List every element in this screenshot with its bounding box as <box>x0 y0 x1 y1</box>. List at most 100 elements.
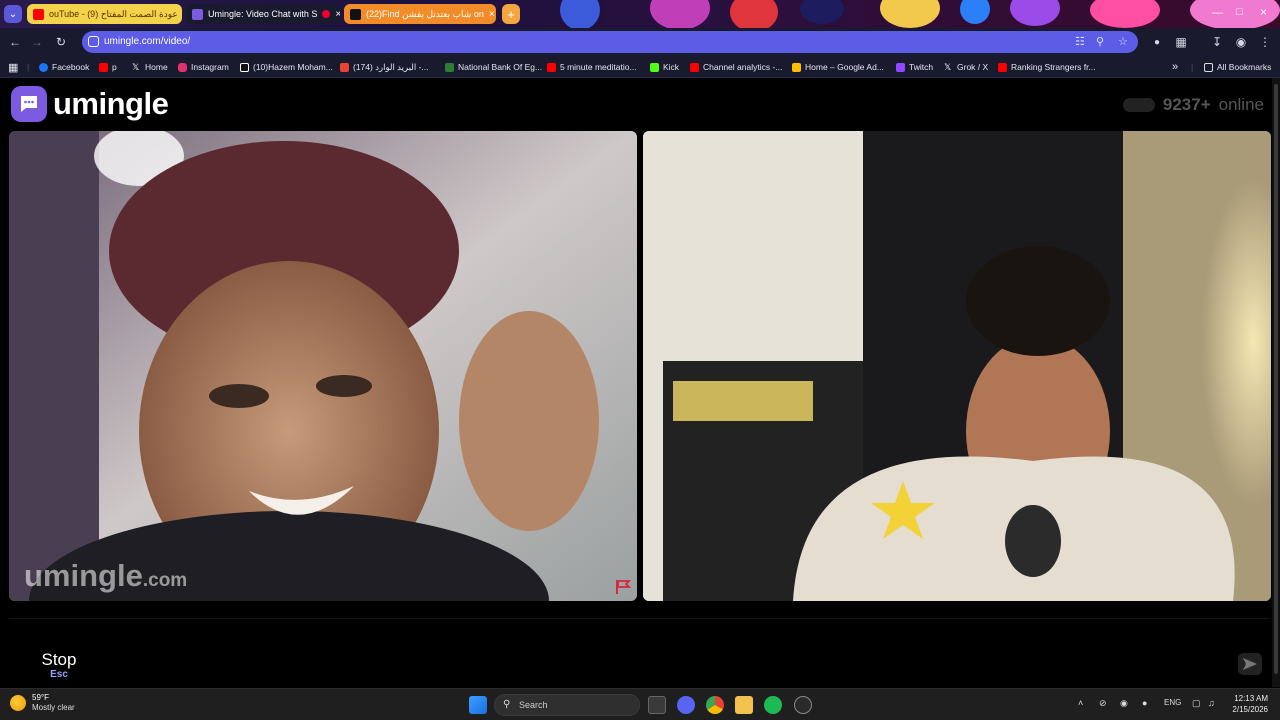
obs-icon[interactable] <box>794 696 812 714</box>
folder-icon <box>1204 62 1213 72</box>
discord-icon[interactable] <box>677 696 695 714</box>
close-window-icon[interactable]: × <box>1260 5 1267 19</box>
watermark-text: umingle <box>24 558 143 593</box>
send-message-button[interactable] <box>1238 653 1262 675</box>
tray-display-icon[interactable]: ▢ <box>1192 698 1201 709</box>
bookmarks-bar: ▦ | Facebook p 𝕏 Home Instagram (10)Hazem… <box>0 56 1280 78</box>
kick-icon <box>650 62 659 72</box>
stranger-video[interactable] <box>9 131 637 601</box>
stop-button[interactable]: Stop Esc <box>20 646 98 686</box>
tray-volume-icon[interactable]: ♫ <box>1208 698 1215 708</box>
bookmark-meditation[interactable]: 5 minute meditatio... <box>547 60 637 74</box>
bookmark-twitch[interactable]: Twitch <box>896 60 933 74</box>
bookmark-label: Home <box>145 62 168 72</box>
minimize-icon[interactable]: — <box>1212 7 1223 19</box>
youtube-icon <box>690 62 699 72</box>
task-view-icon[interactable] <box>648 696 666 714</box>
bookmark-channel-analytics[interactable]: Channel analytics -... <box>690 60 782 74</box>
close-tab-icon[interactable]: × <box>335 9 340 20</box>
taskbar-search[interactable]: ⚲ Search <box>494 694 640 716</box>
site-info-icon[interactable] <box>88 36 99 47</box>
umingle-logo[interactable]: umingle <box>11 86 169 122</box>
new-tab-button[interactable]: + <box>502 4 520 24</box>
youtube-icon <box>33 8 44 20</box>
bookmark-label: Facebook <box>52 62 90 72</box>
bookmark-label: All Bookmarks <box>1217 62 1272 72</box>
maximize-icon[interactable]: □ <box>1236 6 1243 18</box>
self-video <box>643 131 1271 601</box>
weather-widget[interactable]: 59°F Mostly clear <box>10 693 75 713</box>
youtube-icon <box>99 62 108 72</box>
bookmark-star-icon[interactable]: ☆ <box>1118 35 1128 48</box>
translate-icon[interactable]: ☷ <box>1075 35 1085 48</box>
more-bookmarks-chevron-icon[interactable]: » <box>1172 60 1178 74</box>
forward-icon[interactable]: → <box>28 33 46 51</box>
bookmark-instagram[interactable]: Instagram <box>178 60 229 74</box>
report-flag-icon[interactable] <box>614 579 632 595</box>
bookmark-p[interactable]: p <box>99 60 117 74</box>
file-explorer-icon[interactable] <box>735 696 753 714</box>
tray-mic-icon[interactable]: ● <box>1142 698 1147 708</box>
bookmark-nbe[interactable]: National Bank Of Eg... <box>445 60 542 74</box>
profile-avatar-icon[interactable]: ◉ <box>1232 33 1250 51</box>
back-icon[interactable]: ← <box>6 33 24 51</box>
download-icon[interactable]: ↧ <box>1208 33 1226 51</box>
reload-icon[interactable]: ↻ <box>52 33 70 51</box>
bookmark-ranking-strangers[interactable]: Ranking Strangers fr... <box>998 60 1096 74</box>
close-tab-icon[interactable]: × <box>489 9 495 20</box>
bookmark-grok[interactable]: 𝕏 Grok / X <box>944 60 988 74</box>
zoom-icon[interactable]: ⚲ <box>1096 35 1104 48</box>
tray-discord-icon[interactable]: ◉ <box>1120 698 1128 709</box>
bookmark-gmail[interactable]: (174) البريد الوارد -... <box>340 60 429 74</box>
address-bar-row: ← → ↻ umingle.com/video/ ☷ ⚲ ☆ ● ▦ ↧ ◉ ⋮ <box>0 28 1280 56</box>
url-text[interactable]: umingle.com/video/ <box>104 36 190 47</box>
weather-desc: Mostly clear <box>32 703 75 712</box>
bookmark-facebook[interactable]: Facebook <box>39 60 89 74</box>
bookmark-label: Ranking Strangers fr... <box>1011 62 1096 72</box>
tray-language[interactable]: ENG <box>1164 698 1181 707</box>
clock-date: 2/15/2026 <box>1232 705 1268 714</box>
gmail-icon <box>340 62 349 72</box>
bookmark-label: (174) البريد الوارد -... <box>353 61 429 72</box>
tab-tiktok[interactable]: (22)Find شاب بعتدتل يفشن on × <box>344 4 496 24</box>
bookmark-label: Kick <box>663 62 680 72</box>
extensions-icon[interactable]: ▦ <box>1172 33 1190 51</box>
url-omnibox[interactable]: umingle.com/video/ ☷ ⚲ ☆ <box>82 31 1138 53</box>
chat-divider <box>9 618 1269 619</box>
chat-message-area[interactable] <box>112 633 1230 687</box>
stop-shortcut: Esc <box>50 669 68 680</box>
windows-start-icon[interactable] <box>469 696 487 714</box>
spotify-icon[interactable] <box>764 696 782 714</box>
bookmark-label: p <box>112 62 117 72</box>
bookmark-label: Channel analytics -... <box>703 62 783 72</box>
decor-blob <box>880 0 940 28</box>
chat-bubble-icon <box>11 86 47 122</box>
bookmark-label: Instagram <box>191 62 229 72</box>
tray-overflow-chevron-icon[interactable]: ˄ <box>1078 698 1083 708</box>
browser-tab-strip: ⌄ ouTube - (9) عودة الصمت المفتاح × Umin… <box>0 0 1280 28</box>
extension-pin-icon[interactable]: ● <box>1148 33 1166 51</box>
tab-search-icon[interactable]: ⌄ <box>4 5 22 23</box>
apps-grid-icon[interactable]: ▦ <box>8 60 18 74</box>
bookmark-google-ads[interactable]: Home – Google Ad... <box>792 60 884 74</box>
online-counter: 9237+ online <box>1122 95 1264 115</box>
all-bookmarks-folder[interactable]: All Bookmarks <box>1204 60 1271 74</box>
page-scrollbar[interactable] <box>1272 78 1280 687</box>
online-toggle[interactable] <box>1122 98 1155 112</box>
taskbar-search-label: Search <box>519 700 548 710</box>
menu-kebab-icon[interactable]: ⋮ <box>1256 33 1274 51</box>
x-icon: 𝕏 <box>944 61 952 72</box>
youtube-icon <box>547 62 556 72</box>
bookmark-tiktok[interactable]: (10)Hazem Moham... <box>240 60 333 74</box>
chrome-icon[interactable] <box>706 696 724 714</box>
tab-youtube[interactable]: ouTube - (9) عودة الصمت المفتاح × <box>27 4 182 24</box>
bookmark-kick[interactable]: Kick <box>650 60 679 74</box>
scrollbar-thumb[interactable] <box>1274 84 1278 674</box>
decor-blob <box>1090 0 1160 28</box>
google-ads-icon <box>792 62 801 72</box>
tray-network-off-icon[interactable]: ⊘ <box>1099 698 1107 709</box>
tab-umingle[interactable]: Umingle: Video Chat with S × <box>186 4 340 24</box>
bookmark-home-x[interactable]: 𝕏 Home <box>132 60 168 74</box>
taskbar-clock[interactable]: 12:13 AM 2/15/2026 <box>1222 693 1268 715</box>
tiktok-icon <box>350 8 361 20</box>
